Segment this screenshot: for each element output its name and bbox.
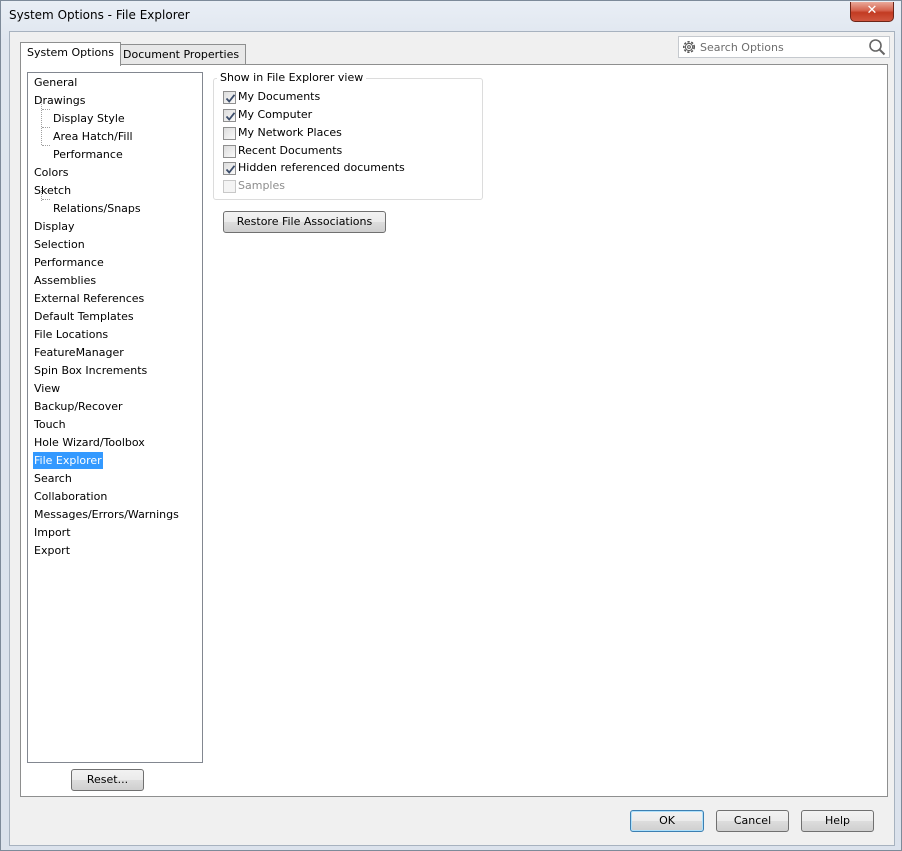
tree-item-collaboration[interactable]: Collaboration (33, 488, 108, 505)
gear-icon[interactable] (681, 39, 697, 55)
group-title: Show in File Explorer view (217, 71, 367, 85)
recent-documents-label: Recent Documents (238, 144, 343, 157)
tab-label: System Options (27, 46, 114, 59)
close-icon: ✕ (866, 3, 878, 18)
tree-item-file-explorer[interactable]: File Explorer (33, 452, 103, 469)
reset-button[interactable]: Reset... (71, 769, 144, 791)
restore-file-associations-button[interactable]: Restore File Associations (223, 211, 386, 233)
tree-item-default-templates[interactable]: Default Templates (33, 308, 135, 325)
samples-label: Samples (238, 179, 285, 192)
close-button[interactable]: ✕ (850, 2, 894, 22)
tree-item-colors[interactable]: Colors (33, 164, 69, 181)
ok-button[interactable]: OK (630, 810, 704, 832)
search-box[interactable]: Search Options (678, 36, 890, 58)
tree-item-general[interactable]: General (33, 74, 78, 91)
tree-item-hole-wizard-toolbox[interactable]: Hole Wizard/Toolbox (33, 434, 146, 451)
recent-documents-checkbox[interactable] (223, 145, 236, 158)
tree-item-export[interactable]: Export (33, 542, 71, 559)
tree-item-relations-snaps[interactable]: Relations/Snaps (52, 200, 142, 217)
system-options-window: System Options - File Explorer ✕ System … (0, 0, 902, 851)
tab-system-options[interactable]: System Options (20, 42, 121, 66)
dialog-client-area: System Options Document Properties Searc… (9, 31, 895, 846)
help-button[interactable]: Help (801, 810, 874, 832)
tree-item-touch[interactable]: Touch (33, 416, 67, 433)
tree-connector (42, 145, 50, 146)
tree-item-view[interactable]: View (33, 380, 61, 397)
my-network-places-label: My Network Places (238, 126, 342, 139)
tab-document-properties[interactable]: Document Properties (116, 44, 247, 66)
tree-item-performance[interactable]: Performance (33, 254, 105, 271)
tree-item-external-references[interactable]: External References (33, 290, 145, 307)
tree-item-selection[interactable]: Selection (33, 236, 86, 253)
tree-item-import[interactable]: Import (33, 524, 72, 541)
tree-item-featuremanager[interactable]: FeatureManager (33, 344, 125, 361)
tree-item-drawings[interactable]: Drawings (33, 92, 86, 109)
tree-item-file-locations[interactable]: File Locations (33, 326, 109, 343)
checkmark-icon (225, 94, 236, 103)
tree-item-spin-box-increments[interactable]: Spin Box Increments (33, 362, 148, 379)
tree-connector (42, 127, 50, 128)
my-network-places-checkbox[interactable] (223, 127, 236, 140)
tree-item-search[interactable]: Search (33, 470, 73, 487)
options-tree[interactable]: General Drawings Display Style Area Hatc… (27, 72, 203, 763)
tree-connector (42, 199, 50, 200)
tree-item-display-style[interactable]: Display Style (52, 110, 126, 127)
tree-item-sketch[interactable]: Sketch (33, 182, 72, 199)
cancel-button[interactable]: Cancel (716, 810, 789, 832)
system-options-panel: General Drawings Display Style Area Hatc… (20, 64, 888, 797)
my-documents-label: My Documents (238, 90, 321, 103)
search-input[interactable]: Search Options (700, 41, 784, 54)
hidden-referenced-documents-checkbox[interactable] (223, 162, 236, 175)
samples-checkbox (223, 180, 236, 193)
checkmark-icon (225, 112, 236, 121)
tree-item-drawings-performance[interactable]: Performance (52, 146, 124, 163)
window-title: System Options - File Explorer (9, 8, 190, 22)
tree-item-backup-recover[interactable]: Backup/Recover (33, 398, 124, 415)
my-computer-checkbox[interactable] (223, 109, 236, 122)
tree-item-area-hatch-fill[interactable]: Area Hatch/Fill (52, 128, 134, 145)
tree-connector (42, 109, 50, 110)
tree-item-display[interactable]: Display (33, 218, 76, 235)
checkmark-icon (225, 165, 236, 174)
hidden-referenced-documents-label: Hidden referenced documents (238, 161, 405, 174)
tree-item-assemblies[interactable]: Assemblies (33, 272, 97, 289)
tree-item-messages-errors-warnings[interactable]: Messages/Errors/Warnings (33, 506, 180, 523)
search-icon[interactable] (868, 38, 886, 56)
title-bar[interactable]: System Options - File Explorer ✕ (1, 1, 901, 31)
my-computer-label: My Computer (238, 108, 313, 121)
tab-label: Document Properties (123, 48, 240, 61)
my-documents-checkbox[interactable] (223, 91, 236, 104)
